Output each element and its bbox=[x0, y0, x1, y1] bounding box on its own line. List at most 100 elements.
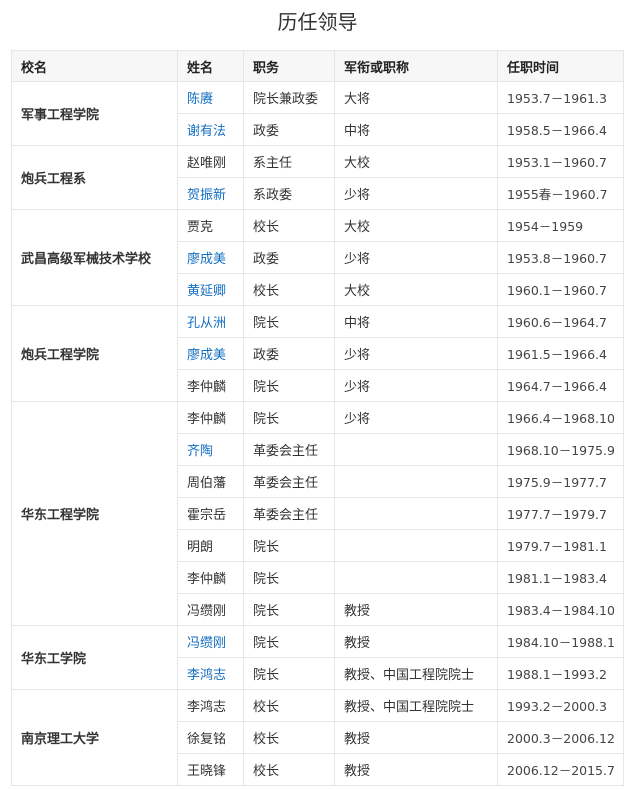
post-cell: 校长 bbox=[243, 209, 335, 242]
school-name-cell: 华东工学院 bbox=[11, 625, 178, 690]
rank-cell: 少将 bbox=[334, 241, 498, 274]
table-row: 炮兵工程学院 孔从洲 院长 中将 1960.6－1964.7 bbox=[11, 305, 624, 402]
rank-cell bbox=[334, 433, 498, 466]
post-cell: 院长 bbox=[243, 369, 335, 402]
person-name-cell: 徐复铭 bbox=[177, 721, 244, 754]
period-cell: 1984.10－1988.1 bbox=[497, 625, 624, 658]
post-cell: 政委 bbox=[243, 113, 335, 146]
header-period: 任职时间 bbox=[497, 50, 624, 82]
person-link[interactable]: 孔从洲 bbox=[187, 316, 226, 331]
post-cell: 院长 bbox=[243, 593, 335, 626]
rank-cell: 大校 bbox=[334, 273, 498, 306]
period-cell: 2000.3－2006.12 bbox=[497, 721, 624, 754]
post-cell: 院长 bbox=[243, 305, 335, 338]
rank-cell: 教授 bbox=[334, 753, 498, 786]
post-cell: 院长 bbox=[243, 529, 335, 562]
post-cell: 系政委 bbox=[243, 177, 335, 210]
person-link[interactable]: 齐陶 bbox=[187, 444, 213, 459]
person-name-cell: 陈赓 bbox=[177, 81, 244, 114]
header-school: 校名 bbox=[11, 50, 178, 82]
period-cell: 1964.7－1966.4 bbox=[497, 369, 624, 402]
person-name-cell: 廖成美 bbox=[177, 337, 244, 370]
page-title: 历任领导 bbox=[277, 10, 358, 34]
person-name-cell: 孔从洲 bbox=[177, 305, 244, 338]
person-name-cell: 李鸿志 bbox=[177, 657, 244, 690]
post-cell: 校长 bbox=[243, 753, 335, 786]
period-cell: 1993.2－2000.3 bbox=[497, 689, 624, 722]
period-cell: 1960.1－1960.7 bbox=[497, 273, 624, 306]
table-header-row: 校名 姓名 职务 军衔或职称 任职时间 bbox=[11, 50, 624, 82]
header-post: 职务 bbox=[243, 50, 335, 82]
period-cell: 1955春－1960.7 bbox=[497, 177, 624, 210]
school-name-cell: 南京理工大学 bbox=[11, 689, 178, 786]
rank-cell: 少将 bbox=[334, 401, 498, 434]
rank-cell: 教授、中国工程院院士 bbox=[334, 657, 498, 690]
person-link[interactable]: 黄延卿 bbox=[187, 284, 226, 299]
period-cell: 1981.1－1983.4 bbox=[497, 561, 624, 594]
post-cell: 校长 bbox=[243, 721, 335, 754]
person-link[interactable]: 廖成美 bbox=[187, 348, 226, 363]
post-cell: 院长 bbox=[243, 401, 335, 434]
person-name-cell: 冯缵刚 bbox=[177, 625, 244, 658]
person-link[interactable]: 冯缵刚 bbox=[187, 636, 226, 651]
rank-cell: 教授、中国工程院院士 bbox=[334, 689, 498, 722]
rank-cell bbox=[334, 465, 498, 498]
person-link[interactable]: 李鸿志 bbox=[187, 668, 226, 683]
rank-cell: 大校 bbox=[334, 145, 498, 178]
post-cell: 校长 bbox=[243, 273, 335, 306]
post-cell: 校长 bbox=[243, 689, 335, 722]
person-name-cell: 李仲麟 bbox=[177, 561, 244, 594]
person-name-cell: 霍宗岳 bbox=[177, 497, 244, 530]
rank-cell: 中将 bbox=[334, 113, 498, 146]
person-name-cell: 明朗 bbox=[177, 529, 244, 562]
post-cell: 政委 bbox=[243, 337, 335, 370]
post-cell: 革委会主任 bbox=[243, 433, 335, 466]
period-cell: 1958.5－1966.4 bbox=[497, 113, 624, 146]
person-name-cell: 赵唯刚 bbox=[177, 145, 244, 178]
table-row: 南京理工大学 李鸿志 校长 教授、中国工程院院士 1993.2－2000.3 bbox=[11, 689, 624, 786]
period-cell: 1988.1－1993.2 bbox=[497, 657, 624, 690]
post-cell: 革委会主任 bbox=[243, 465, 335, 498]
table-body: 军事工程学院 陈赓 院长兼政委 大将 1953.7－1961.3 谢有法 政委 中将 1958.… bbox=[11, 81, 624, 786]
period-cell: 2006.12－2015.7 bbox=[497, 753, 624, 786]
person-name-cell: 王晓锋 bbox=[177, 753, 244, 786]
period-cell: 1954－1959 bbox=[497, 209, 624, 242]
period-cell: 1961.5－1966.4 bbox=[497, 337, 624, 370]
table-row: 炮兵工程系 赵唯刚 系主任 大校 1953.1－1960.7 bbox=[11, 145, 624, 210]
rank-cell: 教授 bbox=[334, 625, 498, 658]
person-name-cell: 谢有法 bbox=[177, 113, 244, 146]
table-row: 华东工程学院 李仲麟 院长 少将 1966.4－1968.10 bbox=[11, 401, 624, 626]
rank-cell: 教授 bbox=[334, 721, 498, 754]
rank-cell: 大将 bbox=[334, 81, 498, 114]
rank-cell: 少将 bbox=[334, 337, 498, 370]
person-name-cell: 黄延卿 bbox=[177, 273, 244, 306]
person-link[interactable]: 谢有法 bbox=[187, 124, 226, 139]
post-cell: 院长 bbox=[243, 561, 335, 594]
person-name-cell: 李仲麟 bbox=[177, 401, 244, 434]
period-cell: 1983.4－1984.10 bbox=[497, 593, 624, 626]
post-cell: 院长 bbox=[243, 657, 335, 690]
person-name-cell: 廖成美 bbox=[177, 241, 244, 274]
period-cell: 1953.7－1961.3 bbox=[497, 81, 624, 114]
school-name-cell: 华东工程学院 bbox=[11, 401, 178, 626]
period-cell: 1977.7－1979.7 bbox=[497, 497, 624, 530]
table-row: 华东工学院 冯缵刚院长 教授 1984.10－1988.1 bbox=[11, 625, 624, 690]
person-name-cell: 贾克 bbox=[177, 209, 244, 242]
person-name-cell: 李鸿志 bbox=[177, 689, 244, 722]
rank-cell: 少将 bbox=[334, 177, 498, 210]
person-link[interactable]: 陈赓 bbox=[187, 92, 213, 107]
person-link[interactable]: 廖成美 bbox=[187, 252, 226, 267]
post-cell: 院长兼政委 bbox=[243, 81, 335, 114]
person-name-cell: 周伯藩 bbox=[177, 465, 244, 498]
person-name-cell: 李仲麟 bbox=[177, 369, 244, 402]
person-link[interactable]: 贺振新 bbox=[187, 188, 226, 203]
school-name-cell: 武昌高级军械技术学校 bbox=[11, 209, 178, 306]
post-cell: 系主任 bbox=[243, 145, 335, 178]
school-name-cell: 炮兵工程学院 bbox=[11, 305, 178, 402]
person-name-cell: 贺振新 bbox=[177, 177, 244, 210]
period-cell: 1968.10－1975.9 bbox=[497, 433, 624, 466]
rank-cell bbox=[334, 497, 498, 530]
table-row: 武昌高级军械技术学校 贾克 校长 大校 1954－1959 bbox=[11, 209, 624, 306]
post-cell: 政委 bbox=[243, 241, 335, 274]
rank-cell: 中将 bbox=[334, 305, 498, 338]
